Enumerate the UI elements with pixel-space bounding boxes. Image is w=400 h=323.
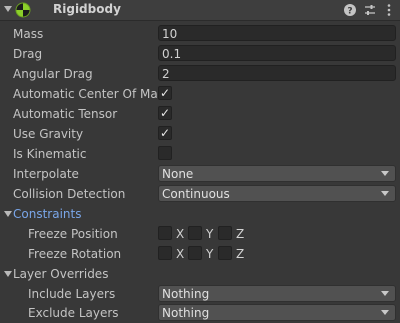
collision-detection-row: Collision Detection Continuous bbox=[0, 184, 400, 204]
freeze-position-z-label: Z bbox=[236, 227, 245, 241]
exclude-layers-dropdown[interactable]: Nothing bbox=[158, 304, 396, 321]
chevron-down-icon bbox=[381, 171, 389, 176]
constraints-foldout[interactable]: Constraints bbox=[0, 204, 400, 224]
include-layers-row: Include Layers Nothing bbox=[0, 284, 400, 304]
include-layers-value: Nothing bbox=[162, 287, 210, 301]
freeze-position-y-label: Y bbox=[206, 227, 214, 241]
freeze-position-label: Freeze Position bbox=[28, 227, 118, 241]
more-options-icon[interactable] bbox=[382, 3, 396, 17]
foldout-arrow-icon[interactable] bbox=[4, 271, 12, 277]
freeze-position-y-checkbox[interactable] bbox=[188, 226, 202, 240]
mass-field[interactable]: 10 bbox=[158, 25, 396, 41]
is-kinematic-label: Is Kinematic bbox=[13, 147, 87, 161]
drag-label: Drag bbox=[13, 47, 43, 61]
include-layers-label: Include Layers bbox=[28, 287, 116, 301]
automatic-center-of-mass-row: Automatic Center Of Mass ✓ bbox=[0, 84, 400, 104]
interpolate-value: None bbox=[162, 167, 194, 181]
angular-drag-row: Angular Drag 2 bbox=[0, 64, 400, 84]
include-layers-dropdown[interactable]: Nothing bbox=[158, 285, 396, 302]
angular-drag-field[interactable]: 2 bbox=[158, 65, 396, 81]
angular-drag-label: Angular Drag bbox=[13, 67, 93, 81]
collision-detection-value: Continuous bbox=[162, 187, 230, 201]
freeze-rotation-y-checkbox[interactable] bbox=[188, 246, 202, 260]
mass-label: Mass bbox=[13, 27, 44, 41]
exclude-layers-row: Exclude Layers Nothing bbox=[0, 303, 400, 323]
freeze-position-z-checkbox[interactable] bbox=[218, 226, 232, 240]
collision-detection-dropdown[interactable]: Continuous bbox=[158, 185, 396, 202]
rigidbody-sphere-icon bbox=[15, 2, 31, 18]
is-kinematic-checkbox[interactable] bbox=[158, 146, 172, 160]
freeze-rotation-label: Freeze Rotation bbox=[28, 247, 122, 261]
component-header[interactable]: Rigidbody ? bbox=[0, 0, 400, 21]
presets-icon[interactable] bbox=[363, 3, 377, 17]
freeze-position-row: Freeze Position X Y Z bbox=[0, 224, 400, 244]
automatic-center-of-mass-checkbox[interactable]: ✓ bbox=[158, 86, 172, 100]
drag-row: Drag 0.1 bbox=[0, 44, 400, 64]
component-title: Rigidbody bbox=[53, 2, 121, 16]
freeze-rotation-x-checkbox[interactable] bbox=[158, 246, 172, 260]
mass-row: Mass 10 bbox=[0, 24, 400, 44]
interpolate-label: Interpolate bbox=[13, 167, 79, 181]
exclude-layers-label: Exclude Layers bbox=[28, 306, 119, 320]
is-kinematic-row: Is Kinematic bbox=[0, 144, 400, 164]
automatic-tensor-label: Automatic Tensor bbox=[13, 107, 118, 121]
use-gravity-checkbox[interactable]: ✓ bbox=[158, 126, 172, 140]
automatic-tensor-checkbox[interactable]: ✓ bbox=[158, 106, 172, 120]
exclude-layers-value: Nothing bbox=[162, 306, 210, 320]
freeze-rotation-z-checkbox[interactable] bbox=[218, 246, 232, 260]
foldout-arrow-icon[interactable] bbox=[4, 6, 12, 12]
collision-detection-label: Collision Detection bbox=[13, 187, 126, 201]
chevron-down-icon bbox=[381, 310, 389, 315]
freeze-position-x-label: X bbox=[176, 227, 185, 241]
use-gravity-row: Use Gravity ✓ bbox=[0, 124, 400, 144]
chevron-down-icon bbox=[381, 191, 389, 196]
use-gravity-label: Use Gravity bbox=[13, 127, 84, 141]
automatic-center-of-mass-label: Automatic Center Of Mass bbox=[13, 87, 158, 101]
freeze-rotation-z-label: Z bbox=[236, 247, 245, 261]
freeze-rotation-row: Freeze Rotation X Y Z bbox=[0, 244, 400, 264]
automatic-tensor-row: Automatic Tensor ✓ bbox=[0, 104, 400, 124]
interpolate-dropdown[interactable]: None bbox=[158, 165, 396, 182]
svg-text:?: ? bbox=[347, 7, 352, 17]
freeze-position-x-checkbox[interactable] bbox=[158, 226, 172, 240]
chevron-down-icon bbox=[381, 291, 389, 296]
freeze-rotation-y-label: Y bbox=[206, 247, 214, 261]
drag-field[interactable]: 0.1 bbox=[158, 45, 396, 61]
layer-overrides-label[interactable]: Layer Overrides bbox=[13, 267, 158, 281]
freeze-rotation-x-label: X bbox=[176, 247, 185, 261]
help-icon[interactable]: ? bbox=[343, 3, 357, 17]
layer-overrides-foldout[interactable]: Layer Overrides bbox=[0, 264, 400, 284]
constraints-label[interactable]: Constraints bbox=[13, 207, 158, 221]
foldout-arrow-icon[interactable] bbox=[4, 211, 12, 217]
interpolate-row: Interpolate None bbox=[0, 164, 400, 184]
